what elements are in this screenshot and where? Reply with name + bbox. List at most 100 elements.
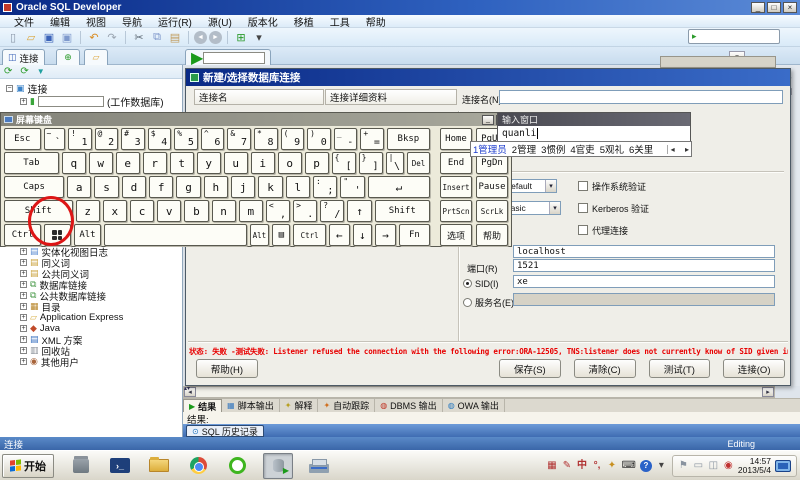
hostname-input[interactable]: localhost [513,245,775,258]
new-file-icon[interactable]: ▯ [5,30,21,45]
tray-ime-icon-6[interactable]: ? [640,460,652,472]
key-w[interactable]: w [89,152,113,174]
results-tab-4[interactable]: ◍DBMS 输出 [375,399,443,412]
key-x[interactable]: x [103,200,127,222]
key-e[interactable]: e [116,152,140,174]
tray-ime-icon-7[interactable]: ▾ [656,460,667,472]
sql-history-tab[interactable]: ⊙ SQL 历史记录 [186,425,264,437]
key-r[interactable]: r [143,152,167,174]
cut-icon[interactable]: ✂ [131,30,147,45]
port-input[interactable]: 1521 [513,259,775,272]
key-sym-96[interactable]: ~` [44,128,65,150]
up-arrow-key[interactable]: ↑ [347,200,371,222]
expand-icon[interactable]: + [20,325,27,332]
save-button[interactable]: 保存(S) [499,359,561,378]
expand-icon[interactable]: + [20,281,27,288]
forward-icon[interactable]: ► [209,31,222,44]
keyboard-minimize-button[interactable]: _ [482,115,494,125]
key-sym-93[interactable]: }] [359,152,383,174]
ime-candidate-5[interactable]: 6关里 [629,145,653,156]
expand-icon[interactable]: + [20,292,27,299]
menu-item-0[interactable]: 文件 [6,14,42,29]
keyboard-title-bar[interactable]: 屏幕键盘 _ □ [1,113,511,126]
tree-item-10[interactable]: +◉其他用户 [0,356,182,367]
menu-item-5[interactable]: 源(U) [200,14,240,29]
key-caps[interactable]: Caps [4,176,64,198]
key-f[interactable]: f [149,176,173,198]
key-o[interactable]: o [278,152,302,174]
tree-item-1[interactable]: +▤同义词 [0,257,182,268]
key-d[interactable]: d [122,176,146,198]
refresh-icon[interactable]: ⟳ [4,67,12,77]
menu-item-1[interactable]: 编辑 [42,14,78,29]
tree-node-connection[interactable]: + ▮ (工作数据库) [0,95,182,108]
tray-ime-icon-5[interactable]: ⌨ [621,460,635,472]
enter-key[interactable]: ↵ [368,176,430,198]
taskbar-app-powershell[interactable]: ›_ [107,454,133,478]
key-home[interactable]: Home [440,128,472,150]
key-3[interactable]: #3 [121,128,145,150]
menu-key[interactable]: ▤ [272,224,290,246]
key-sym-61[interactable]: += [360,128,384,150]
clear-button[interactable]: 清除(C) [574,359,636,378]
key-h[interactable]: h [204,176,228,198]
menu-item-6[interactable]: 版本化 [240,14,286,29]
results-tab-0[interactable]: ▶结果 [183,399,222,412]
tree-item-2[interactable]: +▤公共同义词 [0,268,182,279]
key-sym-47[interactable]: ?/ [320,200,344,222]
splitter-arrows[interactable]: ▴▾ [183,386,191,392]
results-tab-3[interactable]: ✦自动跟踪 [318,399,375,412]
test-button[interactable]: 测试(T) [649,359,711,378]
checkbox-row-0[interactable]: 操作系统验证 [578,179,646,193]
menu-item-2[interactable]: 视图 [78,14,114,29]
key-n[interactable]: n [212,200,236,222]
show-desktop-icon[interactable] [775,460,791,472]
key-pause[interactable]: Pause [476,176,508,198]
key-q[interactable]: q [62,152,86,174]
key-b[interactable]: b [184,200,208,222]
key-alt[interactable]: Alt [74,224,102,246]
tray-ime-icon-3[interactable]: °, [591,460,602,472]
key-l[interactable]: l [286,176,310,198]
redo-icon[interactable]: ↷ [104,30,120,45]
restore-button[interactable]: □ [767,2,781,13]
close-button[interactable]: × [783,2,797,13]
space-key[interactable] [104,224,246,246]
expand-icon[interactable]: + [20,347,27,354]
expand-icon[interactable]: + [20,98,27,105]
column-header-connection-name[interactable]: 连接名 [194,89,324,105]
tree-item-4[interactable]: +⧉公共数据库链接 [0,290,182,301]
windows-key[interactable] [44,224,71,246]
paste-icon[interactable]: ▤ [167,30,183,45]
key-end[interactable]: End [440,152,472,174]
horizontal-scrollbar[interactable]: ◂ ▸ [183,386,775,398]
key-5[interactable]: %5 [174,128,198,150]
copy-icon[interactable]: ⧉ [149,30,165,45]
ime-input[interactable]: quanli [498,126,690,141]
key-sym-44[interactable]: <, [266,200,290,222]
key-sym-59[interactable]: :; [313,176,337,198]
scroll-right-icon[interactable]: ▸ [762,387,774,397]
checkbox-row-2[interactable]: 代理连接 [578,223,628,237]
key-6[interactable]: ^6 [201,128,225,150]
taskbar-app-chrome[interactable] [185,454,211,478]
key-k[interactable]: k [258,176,282,198]
key-c[interactable]: c [130,200,154,222]
tray-sys-icon-1[interactable]: ▭ [693,460,704,472]
key-shift[interactable]: Shift [4,200,73,222]
menu-item-7[interactable]: 移植 [286,14,322,29]
right-arrow-key[interactable]: → [375,224,396,246]
checkbox-row-1[interactable]: Kerberos 验证 [578,201,649,215]
tree-item-8[interactable]: +▤XML 方案 [0,334,182,345]
tray-ime-icon-4[interactable]: ✦ [606,460,617,472]
collapse-icon[interactable]: − [6,85,13,92]
tab-files[interactable]: ▱ [84,49,108,65]
key-tab[interactable]: Tab [4,152,59,174]
ime-candidate-1[interactable]: 2管理 [512,145,536,156]
menu-item-3[interactable]: 导航 [114,14,150,29]
key-t[interactable]: t [170,152,194,174]
save-icon[interactable]: ▣ [41,30,57,45]
tray-ime-icon-0[interactable]: ▦ [546,460,557,472]
key-1[interactable]: !1 [68,128,92,150]
options-key[interactable]: 选项 [440,224,472,246]
